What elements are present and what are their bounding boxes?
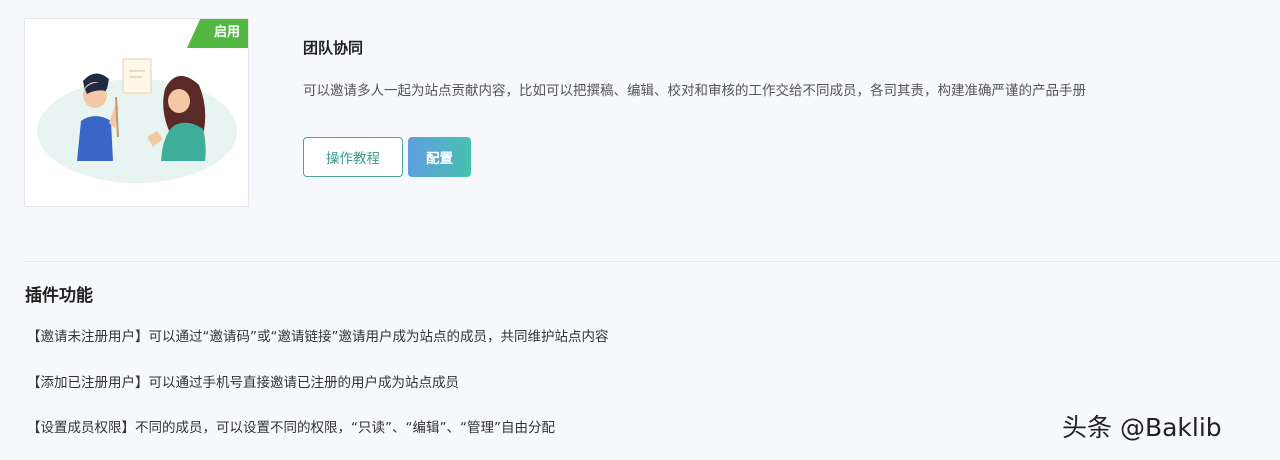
feature-item: 【邀请未注册用户】可以通过“邀请码”或“邀请链接”邀请用户成为站点的成员，共同维…: [27, 329, 609, 345]
plugin-description: 可以邀请多人一起为站点贡献内容，比如可以把撰稿、编辑、校对和审核的工作交给不同成…: [303, 83, 1086, 99]
plugin-title: 团队协同: [303, 39, 364, 57]
features-title: 插件功能: [25, 286, 93, 306]
feature-item: 【添加已注册用户】可以通过手机号直接邀请已注册的用户成为站点成员: [27, 375, 459, 391]
feature-item: 【设置成员权限】不同的成员，可以设置不同的权限，“只读”、“编辑”、“管理”自由…: [27, 420, 555, 436]
tutorial-button[interactable]: 操作教程: [303, 137, 403, 177]
watermark: 头条 @Baklib: [1062, 413, 1222, 442]
plugin-card: 启用: [24, 18, 249, 207]
section-divider: [24, 261, 1280, 262]
config-button[interactable]: 配置: [408, 137, 471, 177]
